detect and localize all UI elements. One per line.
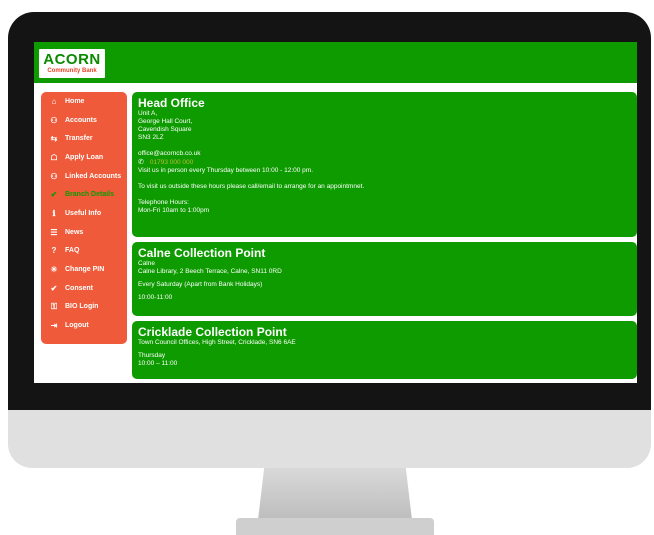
home-icon: ⌂ <box>51 96 57 106</box>
sidebar-item-label: BIO Login <box>65 303 99 311</box>
sidebar-item-apply-loan[interactable]: ☖ Apply Loan <box>41 148 127 167</box>
head-office-card: Head Office Unit A, George Hall Court, C… <box>132 92 637 237</box>
sidebar-item-linked-accounts[interactable]: ⚇ Linked Accounts <box>41 167 127 186</box>
loan-icon: ☖ <box>50 152 58 162</box>
logout-icon: ⇥ <box>50 321 58 331</box>
sidebar-item-useful-info[interactable]: ℹ Useful Info <box>41 204 127 223</box>
sidebar-item-label: Home <box>65 97 85 105</box>
office-phone-link[interactable]: 01793 000 000 <box>150 158 193 167</box>
sidebar-item-home[interactable]: ⌂ Home <box>41 92 127 111</box>
sidebar-item-label: Transfer <box>65 135 93 143</box>
monitor-stand-neck <box>258 468 412 520</box>
sidebar-item-label: Branch Details <box>65 191 115 199</box>
pin-icon: ✳ <box>50 265 58 275</box>
cricklade-time: 10:00 – 11:00 <box>138 360 178 367</box>
faq-icon: ? <box>51 246 57 256</box>
linked-accounts-icon: ⚇ <box>50 171 58 181</box>
sidebar-item-label: Apply Loan <box>65 153 104 161</box>
calne-address: Calne Library, 2 Beech Terrace, Calne, S… <box>138 268 282 275</box>
office-email-link[interactable]: office@acorncb.co.uk <box>138 150 631 158</box>
transfer-icon: ⇆ <box>50 134 58 144</box>
calne-town: Calne <box>138 260 155 267</box>
info-icon: ℹ <box>52 208 56 218</box>
sidebar-item-label: FAQ <box>65 247 80 255</box>
sidebar-item-label: Linked Accounts <box>65 172 122 180</box>
telephone-hours-label: Telephone Hours: <box>138 199 189 206</box>
sidebar-item-news[interactable]: ☰ News <box>41 223 127 242</box>
address-line: Cavendish Square <box>138 126 192 133</box>
sidebar-nav: ⌂ Home ⚇ Accounts ⇆ Transfer ☖ Apply Loa… <box>41 92 127 344</box>
cricklade-title: Cricklade Collection Point <box>138 325 287 339</box>
cricklade-day: Thursday <box>138 352 166 359</box>
address-line: George Hall Court, <box>138 118 193 125</box>
brand-logo[interactable]: ACORN Community Bank <box>38 48 106 79</box>
calne-schedule: Every Saturday (Apart from Bank Holidays… <box>138 281 263 288</box>
sidebar-item-label: Accounts <box>65 116 97 124</box>
sidebar-item-logout[interactable]: ⇥ Logout <box>41 316 127 335</box>
brand-name: ACORN <box>43 51 101 68</box>
sidebar-item-consent[interactable]: ✔ Consent <box>41 279 127 298</box>
calne-time: 10:00-11:00 <box>138 294 173 301</box>
sidebar-item-label: News <box>65 228 84 236</box>
app-screen: ACORN Community Bank ⌂ Home ⚇ Accounts ⇆… <box>34 42 637 383</box>
news-icon: ☰ <box>50 227 58 237</box>
address-line: Unit A, <box>138 110 158 117</box>
sidebar-item-transfer[interactable]: ⇆ Transfer <box>41 129 127 148</box>
calne-title: Calne Collection Point <box>138 246 266 260</box>
monitor-stand-foot <box>236 518 434 535</box>
consent-icon: ✔ <box>50 283 58 293</box>
cricklade-address: Town Council Offices, High Street, Crick… <box>138 339 296 346</box>
top-bar: ACORN Community Bank <box>34 42 637 83</box>
appointment-text: To visit us outside these hours please c… <box>138 183 365 190</box>
sidebar-item-label: Consent <box>65 284 93 292</box>
sidebar-item-label: Useful Info <box>65 209 102 217</box>
phone-icon: ✆ <box>138 159 144 166</box>
head-office-title: Head Office <box>138 96 205 110</box>
monitor-chin <box>8 410 651 468</box>
visit-hours-text: Visit us in person every Thursday betwee… <box>138 167 313 174</box>
address-line: SN3 2LZ <box>138 134 164 141</box>
telephone-hours-value: Mon-Fri 10am to 1:00pm <box>138 207 210 214</box>
phone-row[interactable]: ✆ 01793 000 000 <box>138 158 631 167</box>
sidebar-item-label: Change PIN <box>65 266 105 274</box>
branch-icon: ✔ <box>50 190 58 200</box>
sidebar-item-change-pin[interactable]: ✳ Change PIN <box>41 260 127 279</box>
cricklade-card: Cricklade Collection Point Town Council … <box>132 321 637 379</box>
accounts-icon: ⚇ <box>50 115 58 125</box>
lock-icon: ⚿ <box>50 301 58 311</box>
sidebar-item-branch-details[interactable]: ✔ Branch Details <box>41 185 127 204</box>
brand-tagline: Community Bank <box>47 68 97 74</box>
calne-card: Calne Collection Point Calne Calne Libra… <box>132 242 637 316</box>
sidebar-item-bio-login[interactable]: ⚿ BIO Login <box>41 298 127 317</box>
sidebar-item-label: Logout <box>65 322 89 330</box>
sidebar-item-faq[interactable]: ? FAQ <box>41 242 127 261</box>
sidebar-item-accounts[interactable]: ⚇ Accounts <box>41 111 127 130</box>
